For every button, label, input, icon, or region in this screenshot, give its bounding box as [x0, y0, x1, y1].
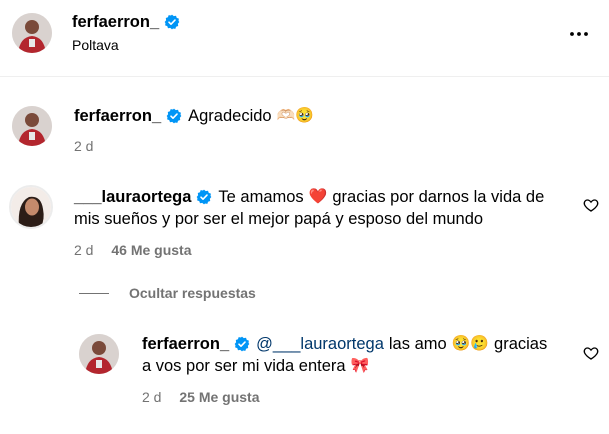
reply-likes-count[interactable]: 25 Me gusta: [179, 389, 259, 405]
reply-timestamp[interactable]: 2 d: [142, 389, 161, 405]
hide-replies-label: Ocultar respuestas: [129, 285, 256, 301]
verified-badge-icon: [197, 189, 212, 205]
caption-avatar[interactable]: [12, 106, 52, 146]
post-author-username[interactable]: ferfaerron_: [72, 13, 159, 32]
avatar[interactable]: [12, 13, 52, 53]
reply-text-line2: a vos por ser mi vida entera: [142, 357, 346, 375]
verified-badge-icon: [166, 108, 182, 124]
more-horizontal-icon: [570, 32, 588, 36]
post-header: ferfaerron_ Poltava: [0, 0, 609, 77]
reply-username[interactable]: ferfaerron_: [142, 333, 229, 355]
avatar-image: [11, 187, 51, 227]
post-location[interactable]: Poltava: [72, 37, 119, 53]
comment-like-button[interactable]: [583, 197, 599, 213]
hide-replies-button[interactable]: Ocultar respuestas: [79, 284, 256, 302]
verified-badge-icon: [234, 336, 250, 352]
comment-text-part2: gracias por darnos la vida de: [332, 188, 545, 206]
comment-text-part1: Te amamos: [218, 188, 304, 206]
replies-divider-line: [79, 292, 109, 294]
reply-emojis: 🥹🥲: [451, 335, 490, 352]
caption-text: Agradecido: [188, 107, 272, 125]
avatar-image: [12, 13, 52, 53]
heart-outline-icon: [583, 199, 599, 212]
comment-text-line2: mis sueños y por ser el mejor papá y esp…: [74, 210, 484, 228]
avatar-image: [12, 106, 52, 146]
comment-timestamp[interactable]: 2 d: [74, 242, 93, 258]
verified-badge-icon: [164, 14, 180, 30]
reply-avatar[interactable]: [79, 334, 119, 374]
caption-emojis: 🫶🏻🥹: [276, 107, 314, 124]
more-options-button[interactable]: [567, 22, 591, 46]
caption-username[interactable]: ferfaerron_: [74, 105, 161, 127]
red-heart-emoji: ❤️: [308, 188, 328, 205]
reply-like-button[interactable]: [583, 345, 599, 361]
reply-text-part2: gracias: [494, 335, 548, 353]
ribbon-emoji: 🎀: [350, 357, 370, 374]
reply-mention-link[interactable]: @___lauraortega: [256, 333, 384, 355]
heart-outline-icon: [583, 347, 599, 360]
comment-likes-count[interactable]: 46 Me gusta: [111, 242, 191, 258]
avatar-image: [79, 334, 119, 374]
comment-avatar[interactable]: [9, 185, 53, 229]
comment-username[interactable]: ___laurаortega: [74, 186, 191, 208]
caption-timestamp[interactable]: 2 d: [74, 138, 93, 154]
reply-text-part1: las amo: [388, 335, 447, 353]
